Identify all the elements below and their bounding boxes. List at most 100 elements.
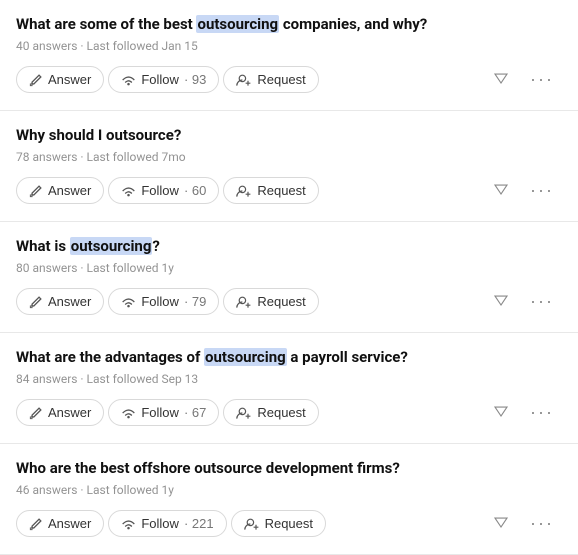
- question-title[interactable]: What is outsourcing?: [16, 236, 562, 257]
- request-button-label: Request: [257, 183, 305, 198]
- follow-icon: [121, 406, 136, 420]
- request-button-label: Request: [257, 72, 305, 87]
- action-bar: Answer Follow · 221 Request ···: [16, 507, 562, 540]
- answer-button[interactable]: Answer: [16, 66, 104, 93]
- downvote-icon: [492, 290, 510, 313]
- request-button-label: Request: [257, 405, 305, 420]
- more-options-icon: ···: [530, 69, 554, 90]
- downvote-button[interactable]: [484, 285, 518, 318]
- more-options-button[interactable]: ···: [522, 175, 562, 206]
- answer-icon: [29, 184, 43, 198]
- more-options-button[interactable]: ···: [522, 397, 562, 428]
- follow-icon: [121, 295, 136, 309]
- answer-button-label: Answer: [48, 516, 91, 531]
- question-item: What are some of the best outsourcing co…: [0, 0, 578, 111]
- question-item: Why should I outsource? 78 answersLast fo…: [0, 111, 578, 222]
- action-bar: Answer Follow · 67 Request ···: [16, 396, 562, 429]
- question-item: What are the advantages of outsourcing a…: [0, 333, 578, 444]
- downvote-button[interactable]: [484, 396, 518, 429]
- follow-button-label: Follow: [141, 405, 179, 420]
- downvote-button[interactable]: [484, 63, 518, 96]
- follow-button-label: Follow: [141, 72, 179, 87]
- more-options-icon: ···: [530, 180, 554, 201]
- answer-button-label: Answer: [48, 72, 91, 87]
- request-icon: [244, 517, 260, 531]
- follow-button-label: Follow: [141, 516, 179, 531]
- highlighted-keyword: outsourcing: [204, 348, 287, 366]
- follow-button[interactable]: Follow · 79: [108, 288, 219, 315]
- question-title[interactable]: What are the advantages of outsourcing a…: [16, 347, 562, 368]
- downvote-icon: [492, 401, 510, 424]
- follow-count: · 67: [184, 405, 206, 420]
- question-meta: 78 answersLast followed 7mo: [16, 150, 562, 164]
- answer-icon: [29, 73, 43, 87]
- last-followed: Last followed Jan 15: [77, 39, 197, 53]
- request-button[interactable]: Request: [223, 177, 318, 204]
- follow-icon: [121, 184, 136, 198]
- downvote-button[interactable]: [484, 174, 518, 207]
- follow-count: · 221: [184, 516, 214, 531]
- request-icon: [236, 184, 252, 198]
- follow-count: · 79: [184, 294, 206, 309]
- highlighted-keyword: outsourcing: [70, 237, 153, 255]
- highlighted-keyword: outsourcing: [196, 15, 279, 33]
- request-button[interactable]: Request: [231, 510, 326, 537]
- answer-button-label: Answer: [48, 405, 91, 420]
- last-followed: Last followed Sep 13: [77, 372, 198, 386]
- follow-button-label: Follow: [141, 183, 179, 198]
- follow-count: · 60: [184, 183, 206, 198]
- question-title[interactable]: Why should I outsource?: [16, 125, 562, 146]
- answer-button[interactable]: Answer: [16, 399, 104, 426]
- follow-button[interactable]: Follow · 221: [108, 510, 226, 537]
- follow-icon: [121, 517, 136, 531]
- request-button-label: Request: [265, 516, 313, 531]
- answer-button[interactable]: Answer: [16, 177, 104, 204]
- request-icon: [236, 295, 252, 309]
- follow-button[interactable]: Follow · 67: [108, 399, 219, 426]
- follow-button[interactable]: Follow · 93: [108, 66, 219, 93]
- question-meta: 40 answersLast followed Jan 15: [16, 39, 562, 53]
- answer-icon: [29, 406, 43, 420]
- answers-count: 46 answers: [16, 483, 77, 497]
- request-button[interactable]: Request: [223, 399, 318, 426]
- question-item: What is outsourcing? 80 answersLast follo…: [0, 222, 578, 333]
- answer-button-label: Answer: [48, 294, 91, 309]
- question-meta: 46 answersLast followed 1y: [16, 483, 562, 497]
- follow-button-label: Follow: [141, 294, 179, 309]
- action-bar: Answer Follow · 93 Request ···: [16, 63, 562, 96]
- answer-icon: [29, 295, 43, 309]
- request-icon: [236, 406, 252, 420]
- downvote-icon: [492, 512, 510, 535]
- question-item: Who are the best offshore outsource deve…: [0, 444, 578, 555]
- action-bar: Answer Follow · 60 Request ···: [16, 174, 562, 207]
- answers-count: 40 answers: [16, 39, 77, 53]
- answers-count: 78 answers: [16, 150, 77, 164]
- downvote-icon: [492, 68, 510, 91]
- action-bar: Answer Follow · 79 Request ···: [16, 285, 562, 318]
- more-options-button[interactable]: ···: [522, 64, 562, 95]
- request-icon: [236, 73, 252, 87]
- question-meta: 84 answersLast followed Sep 13: [16, 372, 562, 386]
- downvote-button[interactable]: [484, 507, 518, 540]
- question-title[interactable]: Who are the best offshore outsource deve…: [16, 458, 562, 479]
- request-button-label: Request: [257, 294, 305, 309]
- request-button[interactable]: Request: [223, 66, 318, 93]
- more-options-icon: ···: [530, 402, 554, 423]
- more-options-icon: ···: [530, 291, 554, 312]
- question-title[interactable]: What are some of the best outsourcing co…: [16, 14, 562, 35]
- answer-icon: [29, 517, 43, 531]
- more-options-icon: ···: [530, 513, 554, 534]
- answer-button-label: Answer: [48, 183, 91, 198]
- answer-button[interactable]: Answer: [16, 288, 104, 315]
- answers-count: 80 answers: [16, 261, 77, 275]
- follow-button[interactable]: Follow · 60: [108, 177, 219, 204]
- answer-button[interactable]: Answer: [16, 510, 104, 537]
- follow-icon: [121, 73, 136, 87]
- last-followed: Last followed 7mo: [77, 150, 185, 164]
- last-followed: Last followed 1y: [77, 261, 173, 275]
- request-button[interactable]: Request: [223, 288, 318, 315]
- question-meta: 80 answersLast followed 1y: [16, 261, 562, 275]
- downvote-icon: [492, 179, 510, 202]
- more-options-button[interactable]: ···: [522, 508, 562, 539]
- more-options-button[interactable]: ···: [522, 286, 562, 317]
